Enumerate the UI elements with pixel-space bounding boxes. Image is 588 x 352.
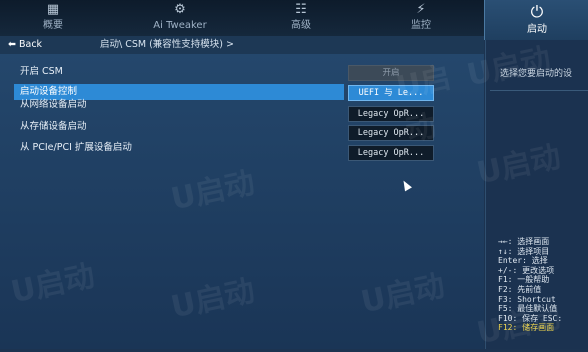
watermark: U启动 xyxy=(168,165,258,218)
key-hint: +/-: 更改选项 xyxy=(498,265,555,275)
tab-boot-label: 启动 xyxy=(527,24,547,35)
tab-advanced-label: 高级 xyxy=(291,20,311,31)
key-hint: F3: Shortcut xyxy=(498,294,556,304)
watermark: U启动 xyxy=(168,273,258,326)
watermark: U启动 xyxy=(8,258,98,311)
tab-boot[interactable]: ⏻ 启动 xyxy=(484,0,588,40)
setting-label: 从 PCIe/PCI 扩展设备启动 xyxy=(20,142,132,153)
storage-boot-dropdown[interactable]: Legacy OpR... xyxy=(348,125,434,141)
tab-overview-label: 概要 xyxy=(43,20,63,31)
top-tab-bar: ▦ 概要 ⚙ Ai Tweaker ☷ 高级 ⚡ 监控 ⏻ 启动 xyxy=(0,0,588,40)
tab-monitor[interactable]: ⚡ 监控 xyxy=(386,0,456,36)
key-hint: Enter: 选择 xyxy=(498,256,548,266)
mouse-cursor-icon xyxy=(400,178,412,192)
tab-overview[interactable]: ▦ 概要 xyxy=(18,0,88,36)
tab-monitor-label: 监控 xyxy=(411,20,431,31)
back-label: Back xyxy=(18,39,43,50)
tab-advanced[interactable]: ☷ 高级 xyxy=(266,0,336,36)
pcie-boot-dropdown[interactable]: Legacy OpR... xyxy=(348,145,434,161)
key-hint: →←: 选择画面 xyxy=(498,237,550,246)
setting-label: 从存储设备启动 xyxy=(20,121,87,132)
watermark: U启动 xyxy=(358,268,448,321)
help-divider xyxy=(490,90,588,91)
tab-ai-tweaker-label: Ai Tweaker xyxy=(153,20,207,31)
key-hint: F10: 保存 ESC: xyxy=(498,313,563,323)
key-hint-highlight: F12: 储存画面 xyxy=(498,323,555,333)
key-legend: →←: 选择画面 ↑↓: 选择项目 Enter: 选择 +/-: 更改选项 F1… xyxy=(498,237,588,333)
csm-value-dropdown[interactable]: 开启 xyxy=(348,65,434,81)
setting-label: 开启 CSM xyxy=(20,66,63,77)
overview-icon: ▦ xyxy=(46,2,60,17)
key-hint: F5: 最佳默认值 xyxy=(498,304,558,314)
advanced-icon: ☷ xyxy=(295,2,307,17)
help-description: 选择您要启动的设 xyxy=(500,69,573,79)
breadcrumb-bar: ⬅ Back 启动\ CSM (兼容性支持模块) > xyxy=(0,36,484,54)
tab-ai-tweaker[interactable]: ⚙ Ai Tweaker xyxy=(140,0,220,36)
breadcrumb: 启动\ CSM (兼容性支持模块) > xyxy=(100,39,234,50)
watermark: U启动 xyxy=(474,139,564,192)
power-icon: ⏻ xyxy=(530,2,544,21)
key-hint: F2: 先前值 xyxy=(498,284,542,294)
monitor-icon: ⚡ xyxy=(416,2,426,17)
back-arrow-icon: ⬅ xyxy=(8,39,19,50)
help-panel: 选择您要启动的设 →←: 选择画面 ↑↓: 选择项目 Enter: 选择 +/-… xyxy=(464,40,588,351)
key-hint: F1: 一般帮助 xyxy=(498,275,550,285)
settings-panel: 开启 CSM 开启 启动设备控制 UEFI 与 Le... 从网络设备启动 Le… xyxy=(0,54,484,349)
setting-label: 从网络设备启动 xyxy=(20,99,87,110)
ai-tweaker-icon: ⚙ xyxy=(174,2,186,17)
back-button[interactable]: ⬅ Back xyxy=(8,36,42,54)
key-hint: ↑↓: 选择项目 xyxy=(498,246,550,256)
